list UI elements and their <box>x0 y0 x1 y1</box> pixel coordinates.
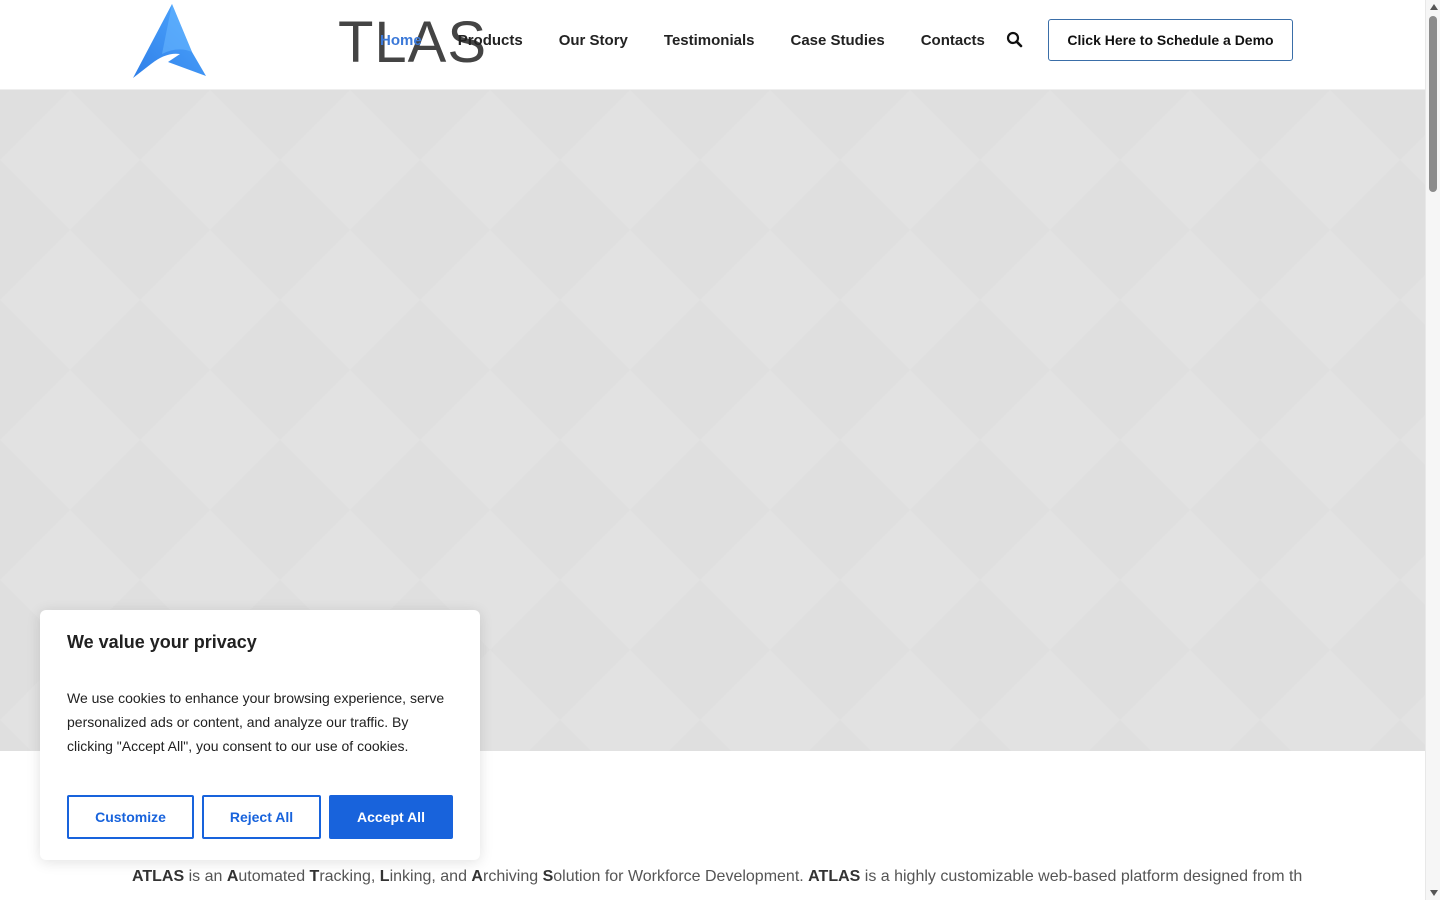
intro-paragraph: ATLAS is an Automated Tracking, Linking,… <box>132 866 1302 900</box>
intro-text-segment: rchiving <box>482 868 543 885</box>
main-nav: Home Products Our Story Testimonials Cas… <box>362 0 1003 80</box>
scrollbar-thumb[interactable] <box>1429 16 1437 192</box>
nav-testimonials[interactable]: Testimonials <box>646 32 773 49</box>
scroll-down-arrow-icon[interactable] <box>1430 890 1438 896</box>
intro-text-segment: ATLAS <box>132 868 185 885</box>
intro-text-segment: is an <box>184 868 227 885</box>
intro-text-segment: utomated <box>238 868 310 885</box>
cookie-description: We use cookies to enhance your browsing … <box>67 690 445 754</box>
site-header: TLAS Home Products Our Story Testimonial… <box>0 0 1425 90</box>
schedule-demo-button[interactable]: Click Here to Schedule a Demo <box>1048 19 1293 61</box>
cookie-accept-all-button[interactable]: Accept All <box>329 795 453 839</box>
search-icon <box>1006 31 1023 48</box>
intro-text-segment: S <box>542 868 554 885</box>
intro-text-segment: olution for Workforce Development. <box>553 868 809 885</box>
intro-text-segment: L <box>379 868 390 885</box>
cookie-reject-all-button[interactable]: Reject All <box>202 795 321 839</box>
cookie-title: We value your privacy <box>67 632 257 652</box>
atlas-a-logo-icon <box>133 4 206 78</box>
intro-text-segment: racking, <box>319 868 380 885</box>
nav-contacts[interactable]: Contacts <box>903 32 1003 49</box>
search-button[interactable] <box>1004 29 1026 51</box>
intro-text-segment: inking, and <box>389 868 472 885</box>
intro-text-segment: is a highly customizable web-based platf… <box>860 868 1302 885</box>
site-logo[interactable]: TLAS <box>132 2 486 80</box>
nav-our-story[interactable]: Our Story <box>541 32 646 49</box>
page-scrollbar[interactable] <box>1425 0 1440 900</box>
nav-home[interactable]: Home <box>362 32 440 49</box>
intro-text-segment: T <box>309 868 320 885</box>
cookie-consent-banner: We value your privacy We use cookies to … <box>40 610 480 860</box>
nav-products[interactable]: Products <box>440 32 541 49</box>
intro-text-segment: ATLAS <box>808 868 861 885</box>
intro-text-segment: A <box>226 868 239 885</box>
cookie-customize-button[interactable]: Customize <box>67 795 194 839</box>
scroll-up-arrow-icon[interactable] <box>1430 4 1438 10</box>
nav-case-studies[interactable]: Case Studies <box>772 32 902 49</box>
intro-text-segment: A <box>471 868 483 885</box>
